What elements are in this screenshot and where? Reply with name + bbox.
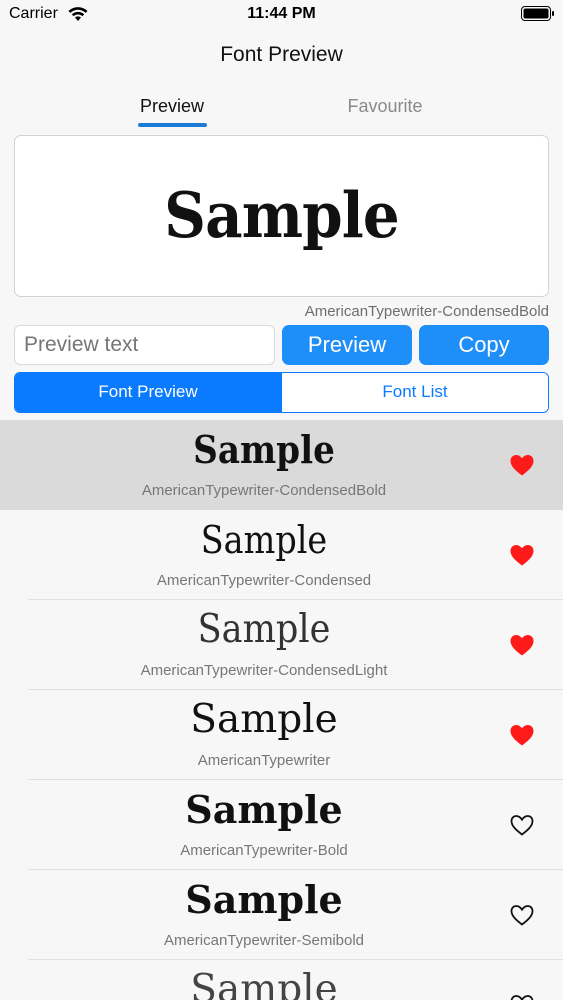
font-name-label: AmericanTypewriter-CondensedBold [141, 482, 387, 499]
page-title: Font Preview [220, 43, 343, 66]
tab-indicator [138, 123, 207, 127]
font-row[interactable]: Sample AmericanTypewriter [0, 690, 563, 780]
font-row[interactable]: Sample AmericanTypewriter-CondensedLight [0, 600, 563, 690]
font-sample-text: Sample [190, 697, 338, 742]
view-segmented-control: Font Preview Font List [14, 372, 549, 413]
heart-filled-icon[interactable] [509, 723, 535, 747]
heart-outline-icon[interactable] [509, 813, 535, 837]
heart-filled-icon[interactable] [509, 543, 535, 567]
font-sample-text: Sample [193, 427, 335, 472]
battery-icon [521, 6, 554, 21]
font-list[interactable]: Sample AmericanTypewriter-CondensedBold … [0, 420, 563, 1000]
heart-filled-icon[interactable] [509, 633, 535, 657]
preview-button[interactable]: Preview [282, 325, 412, 365]
font-row[interactable]: Sample [0, 960, 563, 1000]
font-row[interactable]: Sample AmericanTypewriter-Condensed [0, 510, 563, 600]
segment-font-preview[interactable]: Font Preview [15, 373, 281, 412]
font-sample-text: Sample [200, 518, 328, 562]
copy-button[interactable]: Copy [419, 325, 549, 365]
font-sample-text: Sample [185, 877, 343, 922]
font-name-label: AmericanTypewriter-Bold [180, 842, 348, 859]
tab-preview[interactable]: Preview [124, 96, 220, 117]
font-row[interactable]: Sample AmericanTypewriter-Semibold [0, 870, 563, 960]
font-row[interactable]: Sample AmericanTypewriter-CondensedBold [0, 420, 563, 510]
font-sample-text: Sample [197, 607, 331, 652]
font-name-label: AmericanTypewriter-Semibold [163, 932, 365, 949]
preview-font-name: AmericanTypewriter-CondensedBold [304, 303, 549, 320]
status-bar: Carrier 11:44 PM [0, 0, 563, 30]
font-sample-text: Sample [185, 787, 343, 832]
font-sample-text: Sample [190, 967, 338, 1000]
tab-favourite[interactable]: Favourite [330, 96, 440, 117]
segment-font-list[interactable]: Font List [281, 373, 548, 412]
font-name-label: AmericanTypewriter-Condensed [156, 572, 372, 589]
status-time: 11:44 PM [247, 5, 316, 22]
font-name-label: AmericanTypewriter [197, 752, 331, 769]
heart-outline-icon[interactable] [509, 993, 535, 1000]
preview-text-input[interactable] [14, 325, 275, 365]
heart-outline-icon[interactable] [509, 903, 535, 927]
preview-panel: Sample [14, 135, 549, 297]
font-name-label: AmericanTypewriter-CondensedLight [140, 662, 388, 679]
preview-sample-text: Sample [164, 178, 400, 252]
heart-filled-icon[interactable] [509, 453, 535, 477]
font-row[interactable]: Sample AmericanTypewriter-Bold [0, 780, 563, 870]
